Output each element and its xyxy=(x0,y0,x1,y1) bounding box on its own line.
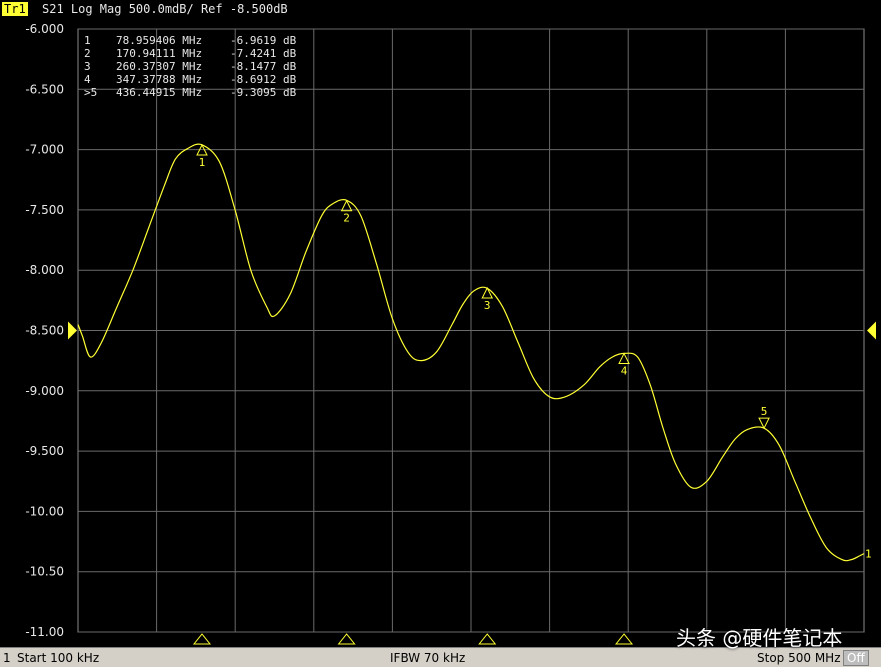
bottom-marker-indicator xyxy=(337,633,356,645)
y-tick-label: -9.000 xyxy=(25,384,64,398)
ref-arrow-left xyxy=(68,321,77,340)
bottom-marker-indicator xyxy=(478,633,497,645)
marker-triangle xyxy=(481,286,494,299)
trace: 1 xyxy=(77,143,872,562)
marker-row-frequency: 260.37307 MHz xyxy=(116,60,202,73)
channel-number: 1 xyxy=(3,651,11,665)
y-axis-tick-labels: -6.000 -6.500 -7.000 -7.500 -8.000 -8.500 -9.0… xyxy=(25,22,64,639)
bottom-marker-indicators xyxy=(192,633,634,645)
marker-row-id: 2 xyxy=(84,47,91,60)
marker-row-value: -6.9619 dB xyxy=(230,34,297,47)
y-tick-label: -7.000 xyxy=(25,143,64,157)
y-tick-label: -11.00 xyxy=(25,625,64,639)
marker-row-id: 1 xyxy=(84,34,91,47)
y-tick-label: -6.500 xyxy=(25,82,64,96)
marker-number: 3 xyxy=(484,299,491,312)
bottom-marker-indicator xyxy=(614,633,634,645)
marker-number: 1 xyxy=(199,156,206,169)
grid xyxy=(77,28,865,633)
marker-row-id: >5 xyxy=(84,86,97,99)
off-button[interactable]: Off xyxy=(843,650,869,666)
marker-triangle xyxy=(618,352,630,365)
y-tick-label: -8.000 xyxy=(25,263,64,277)
y-tick-label: -6.000 xyxy=(25,22,64,36)
marker-number: 4 xyxy=(621,365,628,378)
marker-row-frequency: 347.37788 MHz xyxy=(116,73,202,86)
marker-row-id: 4 xyxy=(84,73,91,86)
marker-row-value: -9.3095 dB xyxy=(230,86,297,99)
marker-row-id: 3 xyxy=(84,60,91,73)
marker-row-value: -7.4241 dB xyxy=(230,47,297,60)
marker-readout-table: 1 78.959406 MHz -6.9619 dB 2 170.94111 MHz -… xyxy=(84,34,297,99)
marker-row-value: -8.1477 dB xyxy=(230,60,297,73)
start-frequency[interactable]: Start 100 kHz xyxy=(17,651,99,665)
trace-badge[interactable]: Tr1 xyxy=(2,2,28,16)
y-tick-label: -10.00 xyxy=(25,504,64,518)
markers: 1 2 3 4 5 xyxy=(196,143,770,430)
trace-title: S21 Log Mag 500.0mdB/ Ref -8.500dB xyxy=(42,2,288,16)
bottom-marker-indicator xyxy=(192,633,212,645)
y-tick-label: -7.500 xyxy=(25,203,64,217)
marker-row-value: -8.6912 dB xyxy=(230,73,297,86)
trace-end-label: 1 xyxy=(865,548,872,561)
marker-row-frequency: 436.44915 MHz xyxy=(116,86,202,99)
plot-area[interactable]: -6.000 -6.500 -7.000 -7.500 -8.000 -8.500 -9.0… xyxy=(0,0,881,647)
trace-header: Tr1 S21 Log Mag 500.0mdB/ Ref -8.500dB xyxy=(0,0,881,19)
marker-row-frequency: 78.959406 MHz xyxy=(116,34,202,47)
ifbw-setting[interactable]: IFBW 70 kHz xyxy=(390,651,465,665)
y-tick-label: -10.50 xyxy=(25,565,64,579)
marker-number: 2 xyxy=(343,212,350,225)
marker-number: 5 xyxy=(761,405,768,418)
watermark: 头条 @硬件笔记本 xyxy=(676,626,843,650)
ref-arrow-right xyxy=(867,321,876,340)
y-tick-label: -8.500 xyxy=(25,324,64,338)
y-tick-label: -9.500 xyxy=(25,444,64,458)
marker-row-frequency: 170.94111 MHz xyxy=(116,47,202,60)
stop-frequency[interactable]: Stop 500 MHz xyxy=(757,651,841,665)
